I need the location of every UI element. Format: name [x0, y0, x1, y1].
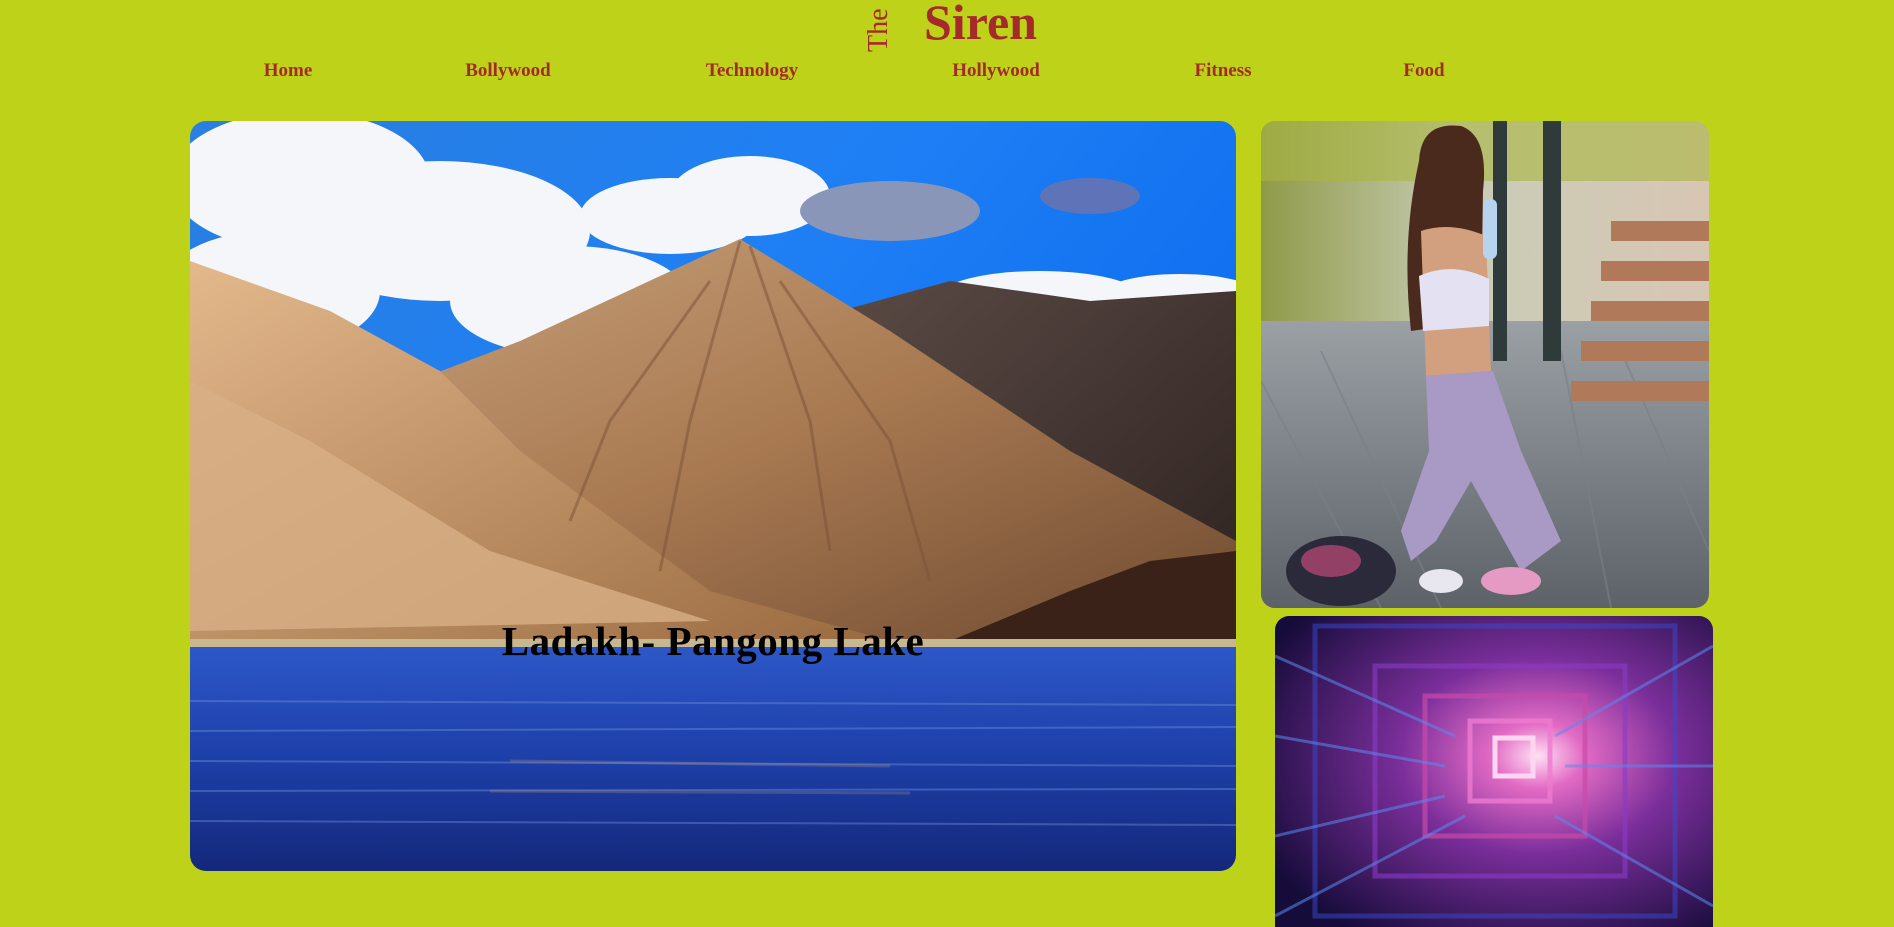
logo-prefix: The	[863, 8, 894, 52]
fitness-card[interactable]	[1261, 121, 1709, 608]
nav-technology[interactable]: Technology	[706, 60, 798, 82]
hero-caption: Ladakh- Pangong Lake	[501, 618, 925, 664]
nav-bollywood[interactable]: Bollywood	[465, 60, 551, 82]
site-logo[interactable]: The Siren	[863, 0, 1037, 56]
hero-card[interactable]: Ladakh- Pangong Lake	[190, 121, 1236, 871]
nav-food[interactable]: Food	[1403, 60, 1444, 82]
page: The Siren Home Bollywood Technology Holl…	[0, 0, 1894, 927]
logo-name: Siren	[924, 0, 1037, 50]
nav-home[interactable]: Home	[264, 60, 313, 82]
nav-hollywood[interactable]: Hollywood	[952, 60, 1040, 82]
nav-fitness[interactable]: Fitness	[1195, 60, 1252, 82]
fitness-image	[1261, 121, 1709, 608]
hero-image	[190, 121, 1236, 871]
technology-image	[1275, 616, 1713, 927]
main-nav: Home Bollywood Technology Hollywood Fitn…	[0, 60, 1894, 86]
technology-card[interactable]	[1275, 616, 1713, 927]
